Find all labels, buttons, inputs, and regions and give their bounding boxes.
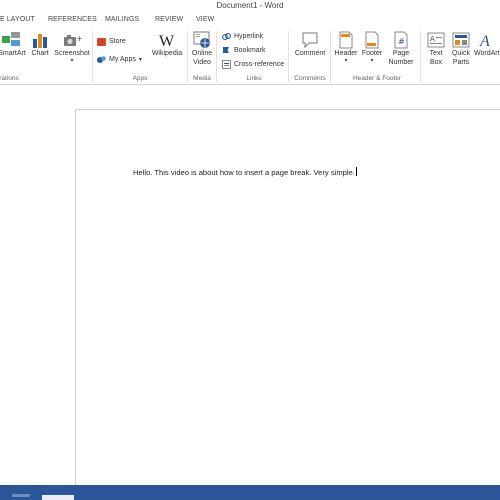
wordart-icon: A (479, 33, 490, 49)
online-video-label-line1: Online (191, 50, 213, 57)
group-label-apps: Apps (132, 75, 148, 82)
svg-text:A: A (430, 35, 435, 43)
comment-button[interactable]: Comment (292, 31, 328, 58)
wikipedia-icon: W (159, 33, 175, 49)
wikipedia-button[interactable]: W Wikipedia (150, 31, 184, 58)
bookmark-label: Bookmark (234, 47, 266, 54)
page-number-icon: # (394, 31, 408, 49)
tab-mailings[interactable]: MAILINGS (105, 12, 139, 28)
page-number-label-line2: Number (388, 59, 414, 66)
chart-label: Chart (31, 50, 49, 57)
document-canvas: Hello. This video is about how to insert… (0, 85, 500, 485)
my-apps-dropdown-icon[interactable]: ▾ (139, 57, 142, 63)
status-bar-indicator (42, 495, 74, 500)
svg-text:A: A (479, 33, 490, 49)
wikipedia-label: Wikipedia (151, 50, 183, 57)
my-apps-button[interactable]: My Apps ▾ (97, 54, 142, 66)
hyperlink-label: Hyperlink (234, 33, 264, 40)
footer-label: Footer (361, 50, 383, 57)
online-video-label-line2: Video (193, 59, 211, 66)
group-label-header-footer: Header & Footer (352, 75, 402, 82)
comment-label: Comment (294, 50, 326, 57)
group-divider (288, 31, 289, 82)
my-apps-icon (97, 55, 106, 63)
store-button[interactable]: Store (97, 36, 126, 48)
comment-icon (302, 32, 318, 49)
quick-parts-icon (452, 32, 470, 48)
smartart-label: SmartArt (0, 50, 26, 57)
svg-text:#: # (398, 37, 405, 46)
my-apps-label: My Apps (109, 56, 136, 63)
chart-button[interactable]: Chart (29, 31, 51, 58)
document-page[interactable]: Hello. This video is about how to insert… (75, 109, 500, 485)
page-number-label-line1: Page (392, 50, 410, 57)
cross-reference-button[interactable]: Cross-reference (222, 59, 284, 71)
header-label: Header (334, 50, 358, 57)
title-bar: Document1 - Word (0, 0, 500, 12)
cross-reference-label: Cross-reference (234, 61, 285, 68)
group-label-illustrations: rations (0, 75, 19, 82)
status-bar (0, 485, 500, 500)
group-label-media: Media (193, 75, 211, 82)
smartart-icon (2, 32, 20, 46)
document-paragraph[interactable]: Hello. This video is about how to insert… (133, 168, 355, 177)
svg-text:W: W (159, 33, 175, 49)
document-body-text[interactable]: Hello. This video is about how to insert… (133, 167, 357, 177)
tab-references[interactable]: REFERENCES (48, 12, 97, 28)
bookmark-button[interactable]: Bookmark (222, 45, 266, 57)
header-dropdown-icon[interactable]: ▾ (333, 58, 359, 64)
cross-reference-icon (222, 59, 231, 69)
quick-parts-label-line2: Parts (452, 59, 470, 66)
group-divider (420, 31, 421, 82)
group-divider (92, 31, 93, 82)
chart-icon (33, 34, 47, 48)
screenshot-icon: + (64, 34, 82, 46)
quick-parts-label-line1: Quick (452, 50, 470, 57)
hyperlink-button[interactable]: Hyperlink (222, 31, 263, 43)
footer-icon (365, 31, 379, 49)
online-video-icon (193, 31, 210, 48)
screenshot-button[interactable]: + Screenshot ▾ (53, 31, 91, 64)
text-box-button[interactable]: A Text Box (424, 31, 448, 67)
footer-button[interactable]: Footer ▾ (359, 31, 385, 64)
ribbon: SmartArt Chart + Screenshot ▾ rations St… (0, 28, 500, 85)
text-box-icon: A (427, 32, 445, 48)
quick-parts-button[interactable]: Quick Parts (449, 31, 473, 67)
status-bar-indicator (12, 494, 30, 497)
store-label: Store (109, 38, 126, 45)
text-box-label-line2: Box (429, 59, 443, 66)
header-icon (339, 31, 353, 49)
ribbon-tab-strip: E LAYOUT REFERENCES MAILINGS REVIEW VIEW (0, 12, 500, 28)
svg-text:+: + (76, 34, 82, 43)
bookmark-icon (223, 46, 229, 53)
hyperlink-icon (222, 32, 231, 40)
group-divider (216, 31, 217, 82)
wordart-button[interactable]: A WordArt (474, 31, 500, 58)
text-box-label-line1: Text (429, 50, 443, 57)
group-label-comments: Comments (294, 75, 326, 82)
page-number-button[interactable]: # Page Number (385, 31, 417, 67)
wordart-label: WordArt (474, 50, 500, 57)
header-button[interactable]: Header ▾ (333, 31, 359, 64)
tab-review[interactable]: REVIEW (155, 12, 183, 28)
footer-dropdown-icon[interactable]: ▾ (359, 58, 385, 64)
tab-page-layout[interactable]: E LAYOUT (0, 12, 35, 28)
group-divider (330, 31, 331, 82)
text-cursor (355, 167, 357, 176)
screenshot-label: Screenshot (54, 50, 90, 57)
window-title: Document1 - Word (216, 1, 284, 10)
screenshot-dropdown-icon[interactable]: ▾ (53, 58, 91, 64)
tab-view[interactable]: VIEW (196, 12, 214, 28)
store-icon (97, 37, 106, 46)
group-label-links: Links (246, 75, 262, 82)
online-video-button[interactable]: Online Video (189, 31, 215, 67)
smartart-button[interactable]: SmartArt (0, 31, 26, 58)
